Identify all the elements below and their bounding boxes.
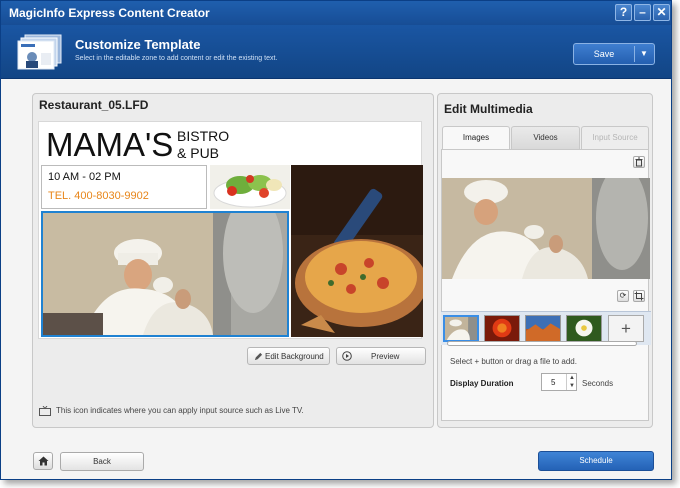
chef-image[interactable] — [41, 211, 289, 337]
save-button[interactable]: Save ▼ — [573, 43, 655, 65]
pencil-icon — [254, 352, 263, 361]
caret-down-icon[interactable]: ▼ — [640, 49, 648, 58]
app-window: MagicInfo Express Content Creator ? – ✕ … — [0, 0, 672, 480]
duration-unit: Seconds — [582, 379, 614, 388]
rotate-icon[interactable]: ⟳ — [617, 290, 629, 302]
home-icon — [38, 456, 49, 466]
brand-text[interactable]: MAMA'S — [46, 126, 173, 164]
crop-icon[interactable] — [633, 290, 645, 302]
stepper-arrows-icon[interactable]: ▲ ▼ — [566, 374, 577, 390]
page-header: Customize Template Select in the editabl… — [1, 25, 671, 79]
window-title: MagicInfo Express Content Creator — [9, 6, 210, 20]
thumbnail-white-flower[interactable] — [566, 315, 602, 342]
tab-input-source: Input Source — [581, 126, 649, 149]
home-button[interactable] — [33, 452, 53, 470]
display-duration-label: Display Duration — [450, 379, 514, 388]
preview-label: Preview — [371, 352, 400, 361]
close-button[interactable]: ✕ — [653, 4, 670, 21]
minimize-button[interactable]: – — [634, 4, 651, 21]
thumbnail-scrollbar[interactable] — [447, 341, 637, 346]
template-logo-icon — [17, 34, 62, 70]
brand-subtext[interactable]: BISTRO & PUB — [177, 128, 229, 162]
info-box[interactable]: 10 AM - 02 PM TEL. 400-8030-9902 — [41, 165, 207, 209]
template-file-name: Restaurant_05.LFD — [39, 98, 149, 112]
display-duration-value[interactable]: 5 — [551, 378, 555, 387]
page-subtitle: Select in the editable zone to add conte… — [75, 55, 278, 62]
save-label: Save — [593, 49, 615, 59]
add-image-button[interactable]: + — [608, 315, 644, 342]
schedule-button[interactable]: Schedule — [538, 451, 654, 471]
back-button[interactable]: Back — [60, 452, 144, 471]
hours-text: 10 AM - 02 PM — [48, 171, 121, 183]
input-source-footnote: This icon indicates where you can apply … — [56, 406, 304, 415]
tab-videos[interactable]: Videos — [511, 126, 580, 149]
salad-image[interactable] — [210, 165, 290, 209]
help-button[interactable]: ? — [615, 4, 632, 21]
page-title: Customize Template — [75, 37, 201, 52]
preview-button[interactable]: Preview — [336, 347, 426, 365]
edit-background-label: Edit Background — [265, 352, 324, 361]
add-file-hint: Select + button or drag a file to add. — [450, 357, 577, 366]
delete-icon[interactable] — [633, 156, 645, 168]
thumbnail-chefs[interactable] — [443, 315, 479, 342]
tv-icon — [39, 406, 51, 416]
tab-images[interactable]: Images — [442, 126, 510, 150]
pizza-image[interactable] — [291, 165, 423, 337]
display-duration-stepper[interactable]: 5 ▲ ▼ — [541, 373, 577, 391]
template-canvas: MAMA'S BISTRO & PUB 10 AM - 02 PM TEL. 4… — [38, 121, 423, 339]
save-divider — [634, 46, 635, 62]
multimedia-title: Edit Multimedia — [444, 102, 533, 116]
thumbnail-strip: + — [441, 311, 651, 345]
edit-background-button[interactable]: Edit Background — [247, 347, 330, 365]
brand-subtext-line1: BISTRO — [177, 128, 230, 144]
phone-text: TEL. 400-8030-9902 — [48, 190, 149, 202]
selected-image-preview — [442, 178, 650, 279]
thumbnail-red-flower[interactable] — [484, 315, 520, 342]
thumbnail-desert[interactable] — [525, 315, 561, 342]
brand-subtext-line2: & PUB — [177, 145, 220, 161]
title-bar: MagicInfo Express Content Creator ? – ✕ — [1, 1, 671, 25]
play-icon — [342, 351, 352, 361]
